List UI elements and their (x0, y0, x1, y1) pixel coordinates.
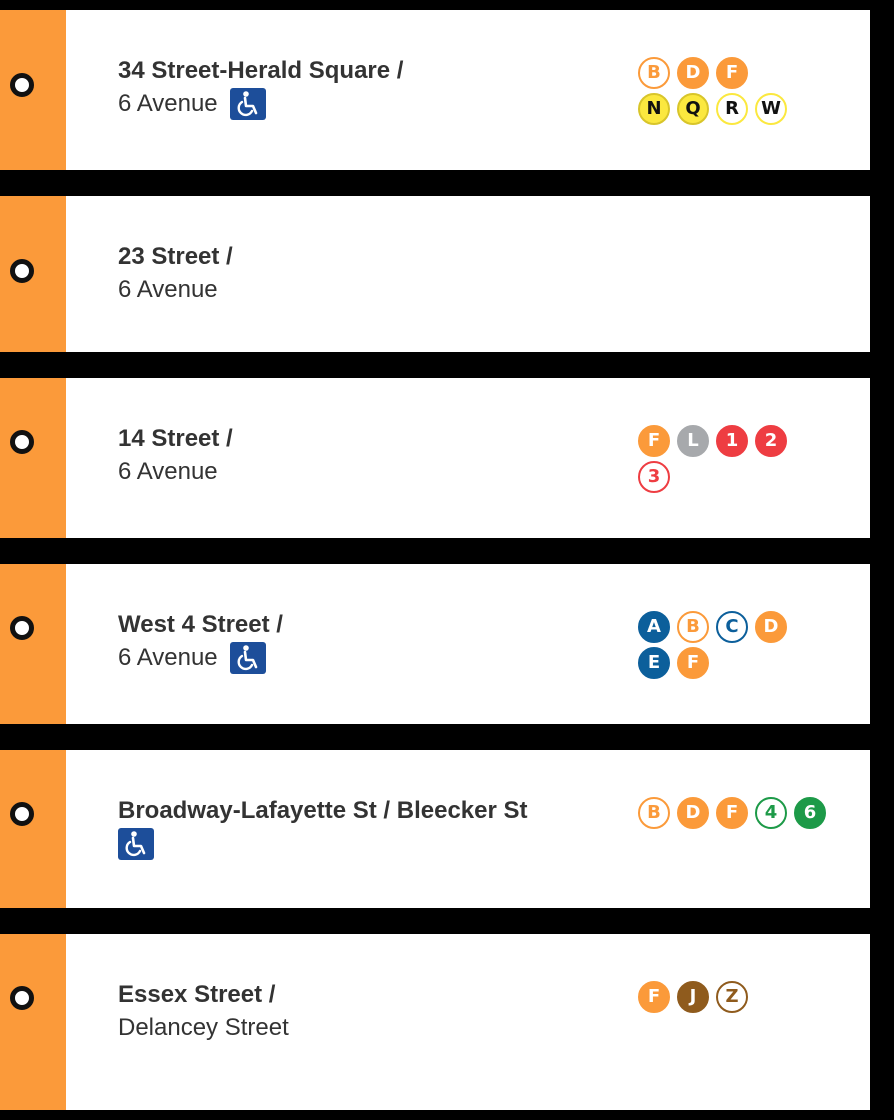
station-name-secondary: 6 Avenue (118, 643, 218, 671)
route-c-bullet[interactable]: C (716, 611, 748, 643)
route-bullet-row: FJZ (638, 981, 838, 1017)
route-3-bullet[interactable]: 3 (638, 461, 670, 493)
station-name-secondary: 6 Avenue (118, 89, 218, 117)
station-card[interactable]: 14 Street / 6 Avenue FL123 (0, 378, 870, 538)
route-z-bullet[interactable]: Z (716, 981, 748, 1013)
route-bullets: FJZ (638, 981, 838, 1017)
stop-marker-icon (10, 430, 34, 454)
route-j-bullet[interactable]: J (677, 981, 709, 1013)
stop-marker-icon (10, 616, 34, 640)
wheelchair-accessible-icon (118, 827, 154, 860)
route-d-bullet[interactable]: D (755, 611, 787, 643)
route-4-bullet[interactable]: 4 (755, 797, 787, 829)
route-bullet-row: NQRW (638, 93, 838, 129)
station-card[interactable]: 23 Street / 6 Avenue (0, 196, 870, 352)
route-bullet-row: EF (638, 647, 838, 683)
stop-marker-icon (10, 802, 34, 826)
route-d-bullet[interactable]: D (677, 797, 709, 829)
route-f-bullet[interactable]: F (677, 647, 709, 679)
route-bullets: ABCDEF (638, 611, 838, 683)
accessibility-slot (224, 87, 267, 120)
station-name[interactable]: Essex Street / Delancey Street (118, 979, 289, 1044)
station-name-primary: 23 Street / (118, 243, 233, 270)
station-name-primary: 14 Street / (118, 425, 233, 452)
route-b-bullet[interactable]: B (638, 57, 670, 89)
station-name[interactable]: 34 Street-Herald Square / 6 Avenue (118, 55, 403, 120)
accessibility-slot (118, 827, 154, 860)
line-color-strip (0, 378, 66, 538)
line-color-strip (0, 564, 66, 724)
route-l-bullet[interactable]: L (677, 425, 709, 457)
wheelchair-accessible-icon (230, 87, 267, 120)
route-f-bullet[interactable]: F (716, 797, 748, 829)
station-card[interactable]: Essex Street / Delancey Street FJZ (0, 934, 870, 1110)
station-name[interactable]: Broadway-Lafayette St / Bleecker St (118, 795, 528, 860)
station-card[interactable]: West 4 Street / 6 Avenue ABCDEF (0, 564, 870, 724)
station-name-primary: Essex Street / (118, 981, 276, 1008)
route-1-bullet[interactable]: 1 (716, 425, 748, 457)
route-bullet-row: ABCD (638, 611, 838, 647)
route-bullet-row: 3 (638, 461, 838, 497)
route-6-bullet[interactable]: 6 (794, 797, 826, 829)
station-name-primary: West 4 Street / (118, 611, 283, 638)
station-name[interactable]: 23 Street / 6 Avenue (118, 241, 233, 306)
stop-marker-icon (10, 73, 34, 97)
station-name-secondary: 6 Avenue (118, 457, 218, 485)
line-color-strip (0, 750, 66, 908)
station-name[interactable]: 14 Street / 6 Avenue (118, 423, 233, 488)
route-w-bullet[interactable]: W (755, 93, 787, 125)
route-f-bullet[interactable]: F (716, 57, 748, 89)
route-b-bullet[interactable]: B (677, 611, 709, 643)
line-color-strip (0, 10, 66, 170)
line-color-strip (0, 934, 66, 1110)
station-name-primary: 34 Street-Herald Square / (118, 57, 404, 84)
route-a-bullet[interactable]: A (638, 611, 670, 643)
wheelchair-accessible-icon (230, 641, 267, 674)
station-card[interactable]: Broadway-Lafayette St / Bleecker St BDF4… (0, 750, 870, 908)
station-card[interactable]: 34 Street-Herald Square / 6 Avenue BDFNQ… (0, 10, 870, 170)
route-bullets: BDFNQRW (638, 57, 838, 129)
accessibility-slot (224, 641, 267, 674)
route-q-bullet[interactable]: Q (677, 93, 709, 125)
route-bullets: BDF46 (638, 797, 838, 833)
stop-marker-icon (10, 986, 34, 1010)
route-bullet-row: BDF46 (638, 797, 838, 833)
station-name-primary: Broadway-Lafayette St / Bleecker St (118, 797, 528, 824)
route-e-bullet[interactable]: E (638, 647, 670, 679)
route-f-bullet[interactable]: F (638, 425, 670, 457)
route-bullets: FL123 (638, 425, 838, 497)
station-name-secondary: Delancey Street (118, 1013, 289, 1041)
route-r-bullet[interactable]: R (716, 93, 748, 125)
route-b-bullet[interactable]: B (638, 797, 670, 829)
route-f-bullet[interactable]: F (638, 981, 670, 1013)
route-bullet-row: FL12 (638, 425, 838, 461)
station-name[interactable]: West 4 Street / 6 Avenue (118, 609, 283, 674)
route-2-bullet[interactable]: 2 (755, 425, 787, 457)
stop-marker-icon (10, 259, 34, 283)
station-name-secondary: 6 Avenue (118, 275, 218, 303)
route-bullet-row: BDF (638, 57, 838, 93)
route-n-bullet[interactable]: N (638, 93, 670, 125)
route-d-bullet[interactable]: D (677, 57, 709, 89)
